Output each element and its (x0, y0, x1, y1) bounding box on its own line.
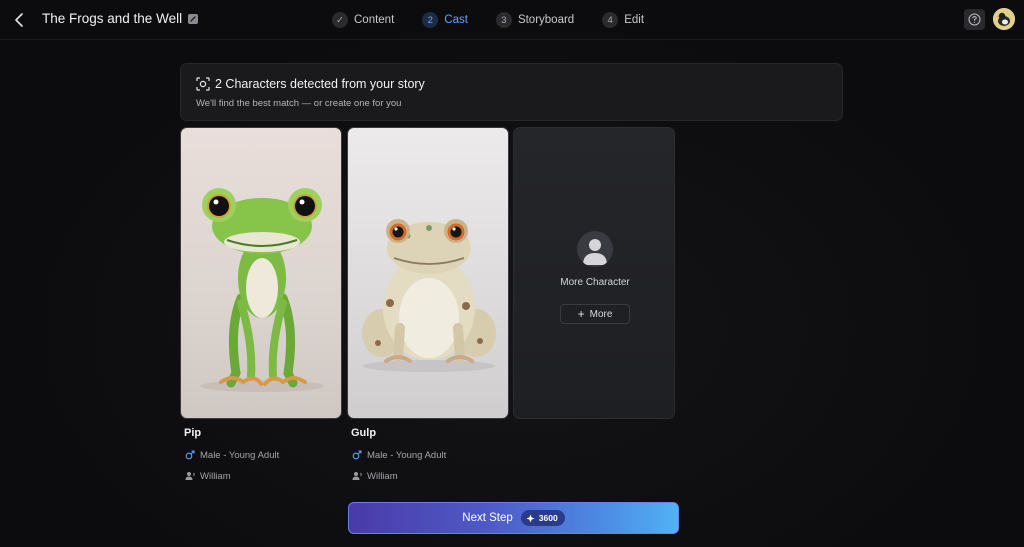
character-voice[interactable]: William (184, 470, 344, 482)
add-more-button[interactable]: + More (560, 304, 630, 324)
step-label: Cast (444, 14, 468, 26)
step-content[interactable]: ✓ Content (332, 12, 394, 28)
gender-age-text: Male - Young Adult (200, 449, 280, 461)
banner-title: 2 Characters detected from your story (215, 77, 425, 91)
green-frog-image (200, 188, 324, 392)
person-icon (583, 239, 607, 265)
character-name: Pip (184, 427, 202, 439)
credit-badge: 3600 (520, 510, 565, 526)
step-number: 4 (602, 12, 619, 28)
male-icon (351, 449, 363, 461)
detection-banner: 2 Characters detected from your story We… (180, 63, 843, 121)
character-name: Gulp (351, 427, 377, 439)
character-voice[interactable]: William (351, 470, 511, 482)
voice-text: William (200, 470, 231, 482)
voice-icon (184, 470, 196, 482)
plus-icon: + (577, 307, 585, 321)
project-title: The Frogs and the Well (42, 11, 183, 26)
gender-age-text: Male - Young Adult (367, 449, 447, 461)
male-icon (184, 449, 196, 461)
character-card-pip[interactable] (180, 127, 342, 419)
character-gender-age: Male - Young Adult (184, 449, 344, 461)
credit-icon (526, 513, 535, 523)
help-button[interactable] (964, 9, 985, 30)
step-label: Content (354, 14, 395, 26)
more-button-label: More (589, 308, 613, 320)
step-nav: ✓ Content 2 Cast 3 Storyboard 4 Edit (332, 10, 672, 30)
character-gender-age: Male - Young Adult (351, 449, 511, 461)
edit-icon (188, 14, 198, 24)
back-button[interactable] (10, 10, 30, 30)
voice-text: William (367, 470, 398, 482)
step-edit[interactable]: 4 Edit (602, 12, 644, 28)
step-number: 3 (495, 12, 512, 28)
step-label: Edit (624, 14, 645, 26)
character-card-gulp[interactable] (347, 127, 509, 419)
top-bar: The Frogs and the Well ✓ Content 2 Cast … (0, 0, 1024, 40)
more-character-card: More Character + More (513, 127, 675, 419)
step-cast[interactable]: 2 Cast (422, 12, 468, 28)
character-info-pip: Pip Male - Young Adult William (184, 427, 344, 491)
character-info-gulp: Gulp Male - Young Adult William (351, 427, 511, 491)
step-storyboard[interactable]: 3 Storyboard (495, 12, 575, 28)
bird-avatar-icon (993, 8, 1015, 30)
voice-icon (351, 470, 363, 482)
banner-subtitle: We'll find the best match — or create on… (196, 98, 402, 109)
face-scan-icon (196, 77, 210, 91)
toad-image (362, 219, 496, 372)
app-root: The Frogs and the Well ✓ Content 2 Cast … (0, 0, 1024, 547)
more-character-label: More Character (560, 277, 630, 288)
person-placeholder-icon (577, 231, 613, 267)
next-step-button[interactable]: Next Step 3600 (348, 502, 679, 534)
edit-title-button[interactable] (186, 12, 200, 26)
chevron-left-icon (15, 13, 23, 27)
next-step-label: Next Step (462, 512, 513, 524)
user-avatar[interactable] (993, 8, 1015, 30)
step-number: 2 (422, 12, 439, 28)
credit-amount: 3600 (538, 513, 558, 523)
question-circle-icon (968, 13, 981, 26)
check-icon: ✓ (332, 12, 348, 28)
step-label: Storyboard (517, 14, 575, 26)
